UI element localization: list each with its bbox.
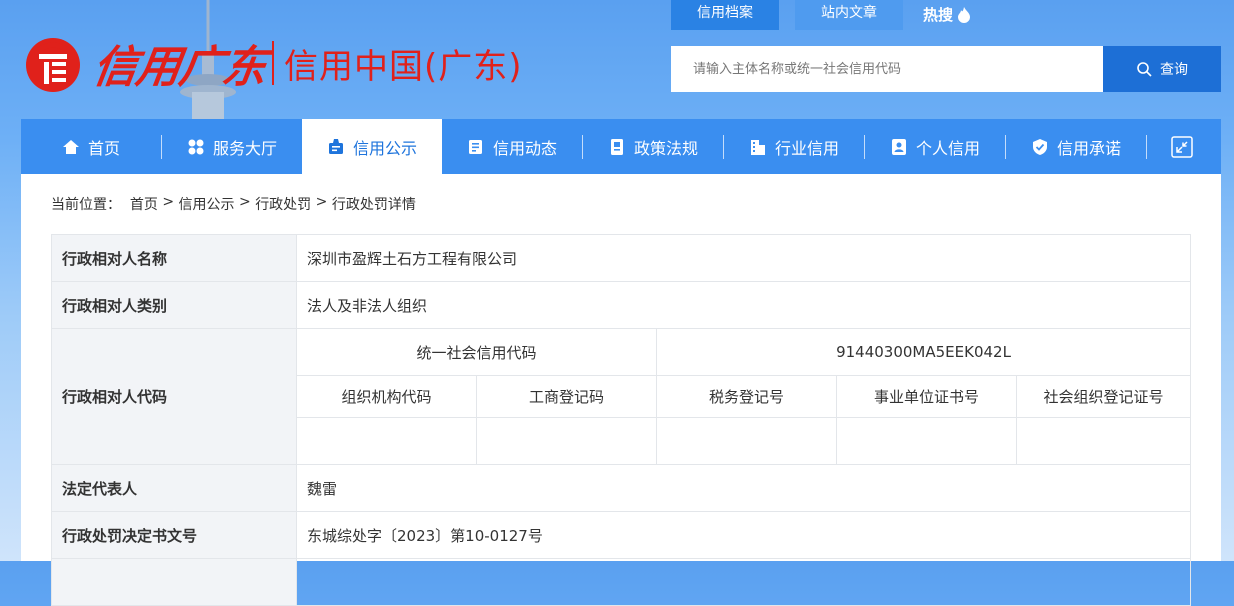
person-card-icon <box>891 138 906 155</box>
nav-expand-button[interactable] <box>1147 119 1217 174</box>
nav-item-home[interactable]: 首页 <box>21 119 161 174</box>
search-tabs: 信用档案 站内文章 热搜 <box>671 0 991 30</box>
site-logo[interactable]: 信用广东 信用中国(广东) <box>22 28 523 98</box>
penalty-detail-table: 行政相对人名称 深圳市盈辉土石方工程有限公司 行政相对人类别 法人及非法人组织 … <box>51 234 1191 606</box>
breadcrumb-separator: > <box>157 194 179 210</box>
row-label: 法定代表人 <box>51 464 297 512</box>
code-header: 组织机构代码 <box>296 375 477 418</box>
nav-label: 信用动态 <box>492 138 557 158</box>
code-value <box>656 417 837 465</box>
nav-item-credit-news[interactable]: 信用动态 <box>442 119 582 174</box>
shield-icon <box>1032 138 1047 155</box>
code-header: 社会组织登记证号 <box>1016 375 1191 418</box>
table-row: 行政相对人名称 深圳市盈辉土石方工程有限公司 <box>51 234 1191 282</box>
content-panel: 当前位置： 首页 > 信用公示 > 行政处罚 > 行政处罚详情 行政相对人名称 … <box>21 174 1221 606</box>
breadcrumb-home[interactable]: 首页 <box>130 194 158 214</box>
table-row <box>51 558 1191 606</box>
nav-label: 信用公示 <box>352 138 417 158</box>
row-value: 法人及非法人组织 <box>296 281 1191 329</box>
building-icon <box>750 139 765 155</box>
table-row: 法定代表人 魏雷 <box>51 464 1191 512</box>
nav-item-credit-publicity[interactable]: 信用公示 <box>302 119 442 174</box>
tab-credit-archive[interactable]: 信用档案 <box>671 0 779 30</box>
breadcrumb-separator: > <box>234 194 256 210</box>
uscc-label: 统一社会信用代码 <box>296 328 657 376</box>
table-row: 行政处罚决定书文号 东城综处字〔2023〕第10-0127号 <box>51 511 1191 559</box>
breadcrumb-admin-penalty[interactable]: 行政处罚 <box>255 194 311 214</box>
table-row: 行政相对人代码 统一社会信用代码 91440300MA5EEK042L <box>51 328 1191 465</box>
row-label: 行政相对人类别 <box>51 281 297 329</box>
code-header: 事业单位证书号 <box>836 375 1017 418</box>
code-value <box>296 417 477 465</box>
code-value <box>1016 417 1191 465</box>
uscc-value: 91440300MA5EEK042L <box>656 328 1191 376</box>
code-value <box>476 417 657 465</box>
search-button[interactable]: 查询 <box>1103 46 1221 92</box>
nav-label: 信用承诺 <box>1056 138 1121 158</box>
breadcrumb-separator: > <box>311 194 332 210</box>
nav-item-policy[interactable]: 政策法规 <box>583 119 723 174</box>
hot-search-label: 热搜 <box>923 6 954 24</box>
nav-item-credit-commitment[interactable]: 信用承诺 <box>1006 119 1146 174</box>
code-header: 税务登记号 <box>656 375 837 418</box>
row-value: 东城综处字〔2023〕第10-0127号 <box>296 511 1191 559</box>
logo-subtitle: 信用中国(广东) <box>284 46 523 87</box>
breadcrumb-prefix: 当前位置： <box>51 197 121 213</box>
nav-label: 个人信用 <box>915 138 980 158</box>
document-icon <box>610 138 623 155</box>
news-icon <box>468 139 482 154</box>
grid-icon <box>188 139 204 154</box>
code-header: 工商登记码 <box>476 375 657 418</box>
nav-item-personal-credit[interactable]: 个人信用 <box>865 119 1005 174</box>
table-row: 行政相对人类别 法人及非法人组织 <box>51 281 1191 329</box>
nav-label: 服务大厅 <box>212 138 277 158</box>
logo-divider <box>272 41 274 85</box>
nav-item-service-hall[interactable]: 服务大厅 <box>162 119 302 174</box>
breadcrumb: 当前位置： 首页 > 信用公示 > 行政处罚 > 行政处罚详情 <box>51 194 416 214</box>
notice-icon <box>328 138 343 154</box>
breadcrumb-current: 行政处罚详情 <box>331 197 416 213</box>
row-label: 行政相对人名称 <box>51 234 297 282</box>
search-input[interactable] <box>691 60 1083 78</box>
logo-script-text: 信用广东 <box>89 42 269 93</box>
flame-icon <box>958 7 971 23</box>
search-box <box>671 46 1103 92</box>
hot-search-link[interactable]: 热搜 <box>919 0 975 30</box>
nav-label: 首页 <box>87 138 120 158</box>
row-value: 深圳市盈辉土石方工程有限公司 <box>296 234 1191 282</box>
main-nav: 首页 服务大厅 信用公示 信用动态 政策法规 行业信用 个人信用 信用承诺 <box>21 119 1221 174</box>
row-label <box>51 558 297 606</box>
nav-label: 行业信用 <box>774 138 839 158</box>
row-value <box>296 558 1191 606</box>
row-label: 行政相对人代码 <box>51 328 297 465</box>
tab-site-articles[interactable]: 站内文章 <box>795 0 903 30</box>
breadcrumb-credit-publicity[interactable]: 信用公示 <box>179 194 235 214</box>
row-label: 行政处罚决定书文号 <box>51 511 297 559</box>
code-value <box>836 417 1017 465</box>
collapse-arrows-icon <box>1171 135 1193 158</box>
search-button-label: 查询 <box>1160 62 1188 78</box>
nav-item-industry-credit[interactable]: 行业信用 <box>724 119 864 174</box>
row-value: 魏雷 <box>296 464 1191 512</box>
home-icon <box>62 139 79 154</box>
search-icon <box>1137 62 1152 77</box>
nav-label: 政策法规 <box>633 138 698 158</box>
credit-emblem-icon <box>26 38 80 92</box>
